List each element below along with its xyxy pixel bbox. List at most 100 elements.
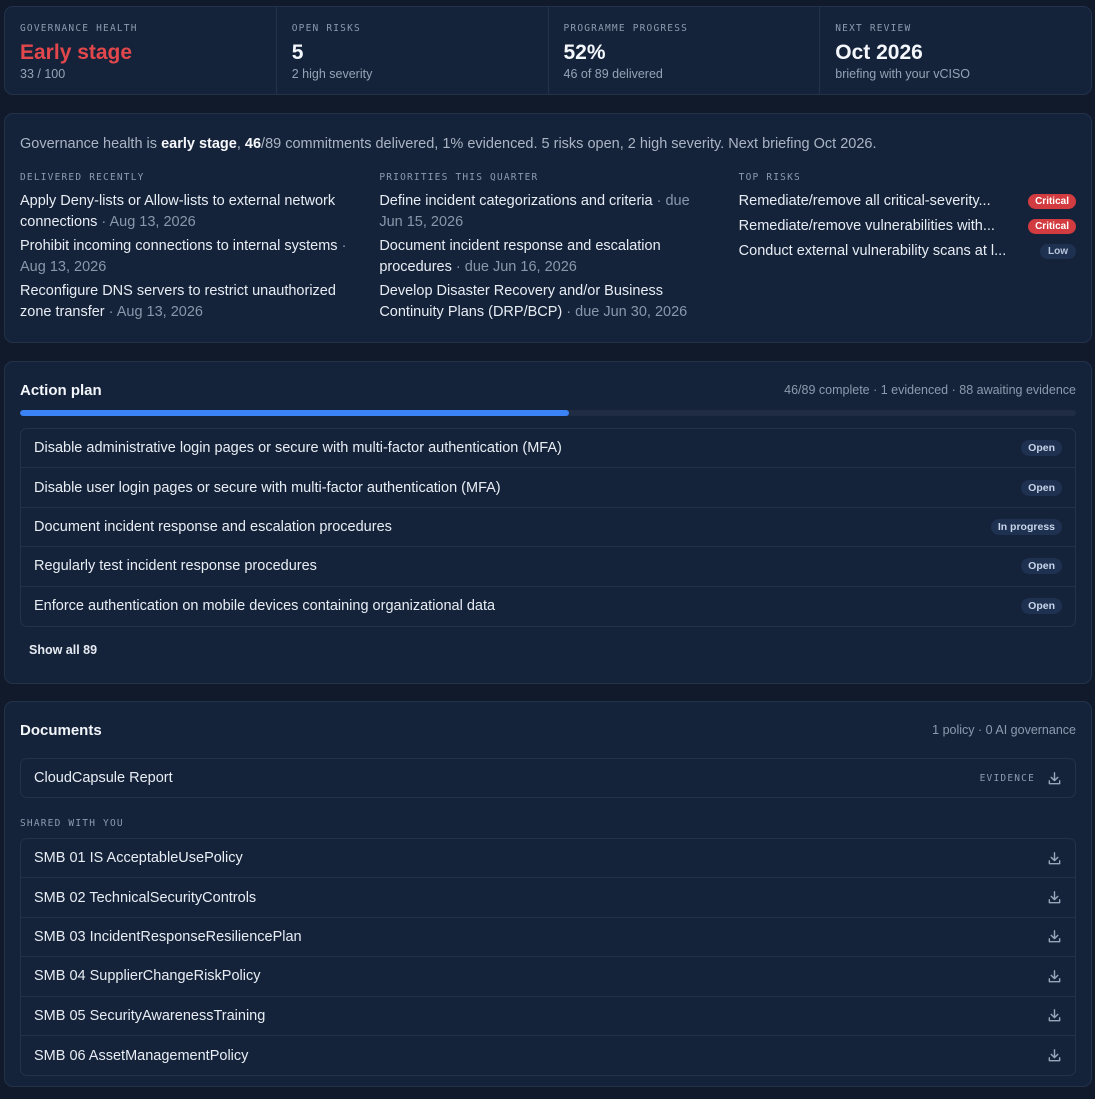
document-actions: EVIDENCE (980, 771, 1062, 786)
documents-card: Documents 1 policy · 0 AI governance Clo… (4, 701, 1092, 1087)
action-item-title: Disable user login pages or secure with … (34, 479, 501, 496)
risk-item[interactable]: Remediate/remove all critical-severity..… (739, 191, 1076, 211)
stat-label: NEXT REVIEW (835, 23, 912, 34)
document-name: CloudCapsule Report (34, 770, 173, 786)
stat-next-review: NEXT REVIEW Oct 2026 briefing with your … (820, 7, 1091, 94)
evidence-tag: EVIDENCE (979, 772, 1035, 784)
item-title: Prohibit incoming connections to interna… (20, 238, 338, 254)
summary-highlight: 46 (244, 136, 262, 152)
action-item-title: Enforce authentication on mobile devices… (34, 598, 496, 615)
summary-sentence: Governance health is early stage, 46/89 … (20, 134, 1076, 154)
status-badge: In progress (990, 518, 1062, 535)
delivered-label: DELIVERED RECENTLY (20, 172, 145, 183)
document-name: SMB 06 AssetManagementPolicy (34, 1047, 249, 1064)
action-plan-meta: 46/89 complete · 1 evidenced · 88 awaiti… (784, 383, 1076, 397)
risk-title: Conduct external vulnerability scans at … (738, 243, 1007, 259)
item-date: · due Jun 30, 2026 (562, 303, 688, 320)
download-icon[interactable] (1047, 1008, 1062, 1023)
document-name: SMB 03 IncidentResponseResiliencePlan (34, 928, 302, 945)
shared-label: SHARED WITH YOU (20, 818, 124, 829)
risk-item[interactable]: Conduct external vulnerability scans at … (739, 241, 1076, 261)
progress-fill (20, 410, 570, 416)
stat-programme-progress: PROGRAMME PROGRESS 52% 46 of 89 delivere… (549, 7, 821, 94)
risk-item[interactable]: Remediate/remove vulnerabilities with...… (739, 216, 1076, 236)
stat-sub: 46 of 89 delivered (563, 67, 663, 81)
item-date: · Aug 13, 2026 (104, 303, 203, 320)
summary-card: Governance health is early stage, 46/89 … (4, 113, 1092, 343)
download-icon[interactable] (1047, 1048, 1062, 1063)
risks-column: TOP RISKS Remediate/remove all critical-… (739, 172, 1076, 326)
priorities-label: PRIORITIES THIS QUARTER (379, 172, 539, 183)
risk-title: Remediate/remove all critical-severity..… (738, 193, 991, 209)
stat-value: 5 (291, 41, 304, 64)
documents-header: Documents 1 policy · 0 AI governance (20, 702, 1076, 758)
action-item-title: Disable administrative login pages or se… (34, 440, 562, 457)
stat-sub: 33 / 100 (20, 67, 66, 81)
risks-label: TOP RISKS (738, 172, 801, 183)
action-item[interactable]: Regularly test incident response procedu… (21, 547, 1075, 587)
action-item-title: Document incident response and escalatio… (34, 518, 392, 535)
action-item-title: Regularly test incident response procedu… (34, 558, 317, 575)
shared-document-row[interactable]: SMB 02 TechnicalSecurityControls (21, 878, 1075, 918)
stat-open-risks: OPEN RISKS 5 2 high severity (277, 7, 549, 94)
action-item[interactable]: Document incident response and escalatio… (21, 508, 1075, 548)
document-name: SMB 04 SupplierChangeRiskPolicy (34, 968, 261, 985)
document-row[interactable]: CloudCapsule Report EVIDENCE (20, 758, 1076, 798)
item-title: Define incident categorizations and crit… (379, 193, 653, 209)
shared-document-row[interactable]: SMB 06 AssetManagementPolicy (21, 1036, 1075, 1075)
stat-governance-health: GOVERNANCE HEALTH Early stage 33 / 100 (5, 7, 277, 94)
download-icon[interactable] (1047, 890, 1062, 905)
document-name: SMB 01 IS AcceptableUsePolicy (34, 850, 243, 867)
shared-document-row[interactable]: SMB 03 IncidentResponseResiliencePlan (21, 918, 1075, 958)
action-item[interactable]: Enforce authentication on mobile devices… (21, 587, 1075, 626)
documents-title: Documents (20, 721, 102, 739)
documents-meta: 1 policy · 0 AI governance (932, 723, 1076, 737)
document-name: SMB 02 TechnicalSecurityControls (34, 889, 257, 906)
action-item[interactable]: Disable user login pages or secure with … (21, 468, 1075, 508)
download-icon[interactable] (1047, 771, 1062, 786)
delivered-item: Apply Deny-lists or Allow-lists to exter… (20, 191, 357, 232)
status-badge: Open (1021, 479, 1062, 496)
stat-label: OPEN RISKS (291, 23, 361, 34)
summary-text: /89 commitments delivered, 1% evidenced.… (261, 136, 877, 152)
delivered-item: Prohibit incoming connections to interna… (20, 236, 357, 277)
priority-item: Document incident response and escalatio… (379, 236, 716, 277)
risk-title: Remediate/remove vulnerabilities with... (738, 218, 995, 234)
action-plan-list: Disable administrative login pages or se… (20, 428, 1076, 627)
severity-badge: Low (1039, 243, 1076, 259)
stat-value: Early stage (20, 41, 133, 64)
status-badge: Open (1021, 558, 1062, 575)
status-badge: Open (1021, 598, 1062, 615)
shared-document-row[interactable]: SMB 05 SecurityAwarenessTraining (21, 997, 1075, 1036)
shared-document-row[interactable]: SMB 01 IS AcceptableUsePolicy (21, 839, 1075, 879)
download-icon[interactable] (1047, 929, 1062, 944)
severity-badge: Critical (1028, 218, 1076, 234)
stat-label: GOVERNANCE HEALTH (20, 23, 138, 34)
show-all-button[interactable]: Show all 89 (29, 643, 97, 657)
action-item[interactable]: Disable administrative login pages or se… (21, 429, 1075, 469)
delivered-item: Reconfigure DNS servers to restrict unau… (20, 281, 357, 322)
summary-text: Governance health is (20, 136, 162, 152)
summary-highlight: early stage (161, 136, 237, 152)
stat-sub: briefing with your vCISO (835, 67, 971, 81)
severity-badge: Critical (1028, 193, 1076, 209)
download-icon[interactable] (1047, 969, 1062, 984)
stats-strip: GOVERNANCE HEALTH Early stage 33 / 100 O… (4, 6, 1092, 95)
shared-documents-list: SMB 01 IS AcceptableUsePolicy SMB 02 Tec… (20, 838, 1076, 1077)
download-icon[interactable] (1047, 851, 1062, 866)
action-plan-card: Action plan 46/89 complete · 1 evidenced… (4, 361, 1092, 684)
stat-sub: 2 high severity (291, 67, 373, 81)
priority-item: Define incident categorizations and crit… (379, 191, 716, 232)
priority-item: Develop Disaster Recovery and/or Busines… (379, 281, 716, 322)
stat-value: 52% (563, 41, 606, 64)
delivered-column: DELIVERED RECENTLY Apply Deny-lists or A… (20, 172, 379, 326)
item-date: · due Jun 16, 2026 (451, 258, 577, 275)
status-badge: Open (1021, 440, 1062, 457)
stat-value: Oct 2026 (835, 41, 923, 64)
document-name: SMB 05 SecurityAwarenessTraining (34, 1007, 266, 1024)
summary-columns: DELIVERED RECENTLY Apply Deny-lists or A… (20, 172, 1076, 326)
shared-document-row[interactable]: SMB 04 SupplierChangeRiskPolicy (21, 957, 1075, 997)
stat-label: PROGRAMME PROGRESS (563, 23, 689, 34)
action-plan-progress-bar (20, 410, 1076, 416)
priorities-column: PRIORITIES THIS QUARTER Define incident … (379, 172, 738, 326)
